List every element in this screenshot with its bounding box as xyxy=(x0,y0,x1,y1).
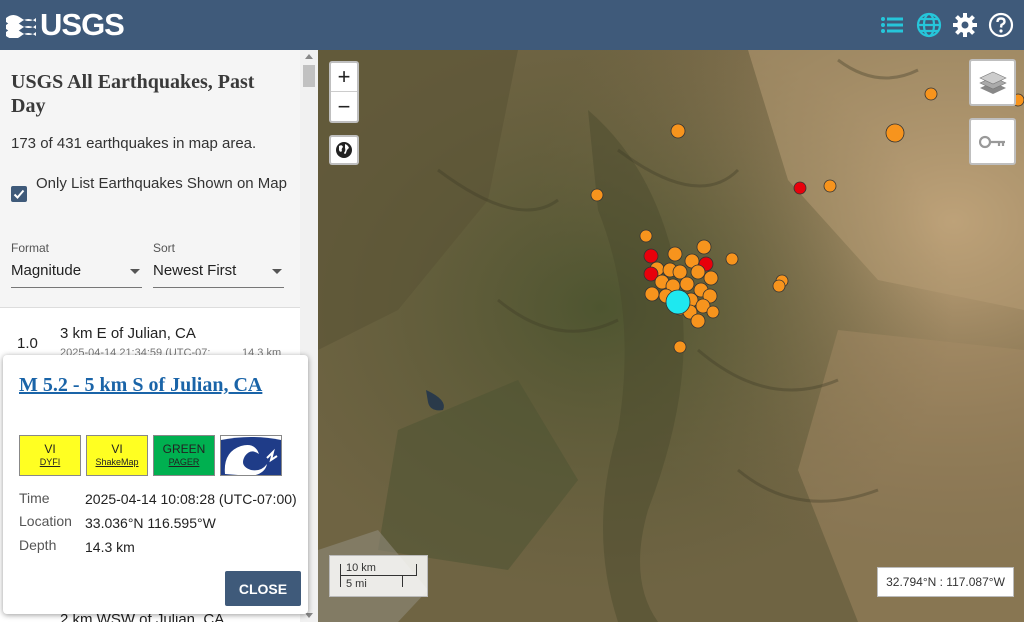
earthquake-marker[interactable] xyxy=(673,340,687,354)
dyfi-intensity: VI xyxy=(44,442,56,456)
earthquake-popup: M 5.2 - 5 km S of Julian, CA VI DYFI VI … xyxy=(3,355,308,614)
depth-label: Depth xyxy=(19,537,57,553)
close-button[interactable]: CLOSE xyxy=(225,571,301,606)
format-value: Magnitude xyxy=(11,262,82,279)
globe-icon[interactable] xyxy=(915,11,943,39)
chevron-down-icon xyxy=(130,269,140,274)
popup-title-link[interactable]: M 5.2 - 5 km S of Julian, CA xyxy=(19,372,289,398)
only-list-checkbox[interactable] xyxy=(11,186,27,202)
dyfi-label: DYFI xyxy=(39,457,61,467)
usgs-wave-icon xyxy=(6,15,36,38)
time-label: Time xyxy=(19,490,50,506)
time-value: 2025-04-14 10:08:28 (UTC-07:00) xyxy=(85,491,297,507)
header-bar: USGS xyxy=(0,0,1024,50)
world-view-button[interactable] xyxy=(329,135,359,165)
pager-label: PAGER xyxy=(168,457,200,467)
location-value: 33.036°N 116.595°W xyxy=(85,515,216,531)
shakemap-intensity: VI xyxy=(111,442,123,456)
logo-text: USGS xyxy=(40,7,125,42)
pager-alert: GREEN xyxy=(162,442,206,456)
tsunami-badge[interactable] xyxy=(220,435,282,476)
scroll-down-icon[interactable] xyxy=(305,613,313,618)
sort-select[interactable]: Newest First xyxy=(153,258,284,288)
tsunami-wave-icon xyxy=(221,436,281,475)
list-icon[interactable] xyxy=(878,11,906,39)
earthquake-marker[interactable] xyxy=(703,270,719,286)
list-item-place: 3 km E of Julian, CA xyxy=(60,325,196,342)
usgs-logo[interactable]: USGS xyxy=(6,7,125,42)
earthquake-marker[interactable] xyxy=(696,239,712,255)
only-list-label: Only List Earthquakes Shown on Map xyxy=(36,175,287,192)
layers-icon xyxy=(978,71,1007,94)
earthquake-marker[interactable] xyxy=(590,188,604,202)
earthquake-marker[interactable] xyxy=(725,252,739,266)
earthquake-marker[interactable] xyxy=(772,279,786,293)
location-label: Location xyxy=(19,513,72,529)
depth-value: 14.3 km xyxy=(85,539,135,555)
dyfi-badge[interactable]: VI DYFI xyxy=(19,435,81,476)
scale-mi: 5 mi xyxy=(346,578,367,590)
selected-earthquake-marker[interactable] xyxy=(665,289,691,315)
sort-label: Sort xyxy=(153,241,176,255)
only-list-option[interactable]: Only List Earthquakes Shown on Map xyxy=(11,172,291,202)
format-select[interactable]: Magnitude xyxy=(11,258,142,288)
globe-icon xyxy=(336,142,352,158)
earthquake-markers[interactable] xyxy=(318,50,1024,622)
layers-button[interactable] xyxy=(969,59,1016,106)
earthquake-marker[interactable] xyxy=(644,286,660,302)
earthquake-marker[interactable] xyxy=(690,313,706,329)
help-icon[interactable] xyxy=(987,11,1015,39)
legend-key-button[interactable] xyxy=(969,118,1016,165)
earthquake-marker[interactable] xyxy=(679,276,695,292)
sort-value: Newest First xyxy=(153,262,237,279)
scroll-thumb[interactable] xyxy=(303,65,315,87)
zoom-control: + − xyxy=(329,61,359,123)
earthquake-marker[interactable] xyxy=(667,246,683,262)
earthquake-marker[interactable] xyxy=(706,305,720,319)
earthquake-marker[interactable] xyxy=(690,264,706,280)
sidebar-title: USGS All Earthquakes, Past Day xyxy=(11,71,255,117)
zoom-in-button[interactable]: + xyxy=(331,63,357,92)
earthquake-marker[interactable] xyxy=(793,181,807,195)
map-view[interactable]: + − 10 km 5 mi 32.794°N: 117.087°W xyxy=(318,50,1024,622)
earthquake-marker[interactable] xyxy=(670,123,686,139)
format-label: Format xyxy=(11,241,50,255)
scale-km: 10 km xyxy=(346,562,376,574)
earthquake-marker[interactable] xyxy=(885,123,905,143)
pager-badge[interactable]: GREEN PAGER xyxy=(153,435,215,476)
earthquake-count: 173 of 431 earthquakes in map area. xyxy=(11,135,257,152)
earthquake-marker[interactable] xyxy=(823,179,837,193)
shakemap-badge[interactable]: VI ShakeMap xyxy=(86,435,148,476)
earthquake-marker[interactable] xyxy=(924,87,938,101)
cursor-coordinates: 32.794°N : 117.087°W xyxy=(877,567,1014,597)
earthquake-marker[interactable] xyxy=(639,229,653,243)
checkmark-icon xyxy=(13,189,25,199)
shakemap-label: ShakeMap xyxy=(95,457,139,467)
key-icon xyxy=(978,135,1005,148)
app-window: USGS USGS All Earthquakes, Past Day 173 … xyxy=(0,0,1024,622)
gear-icon[interactable] xyxy=(951,11,979,39)
list-item-magnitude: 1.0 xyxy=(17,335,38,352)
earthquake-marker[interactable] xyxy=(672,264,688,280)
chevron-down-icon xyxy=(272,269,282,274)
scroll-up-icon[interactable] xyxy=(305,54,313,59)
earthquake-marker[interactable] xyxy=(643,248,659,264)
zoom-out-button[interactable]: − xyxy=(331,92,357,121)
map-scale: 10 km 5 mi xyxy=(329,555,428,597)
